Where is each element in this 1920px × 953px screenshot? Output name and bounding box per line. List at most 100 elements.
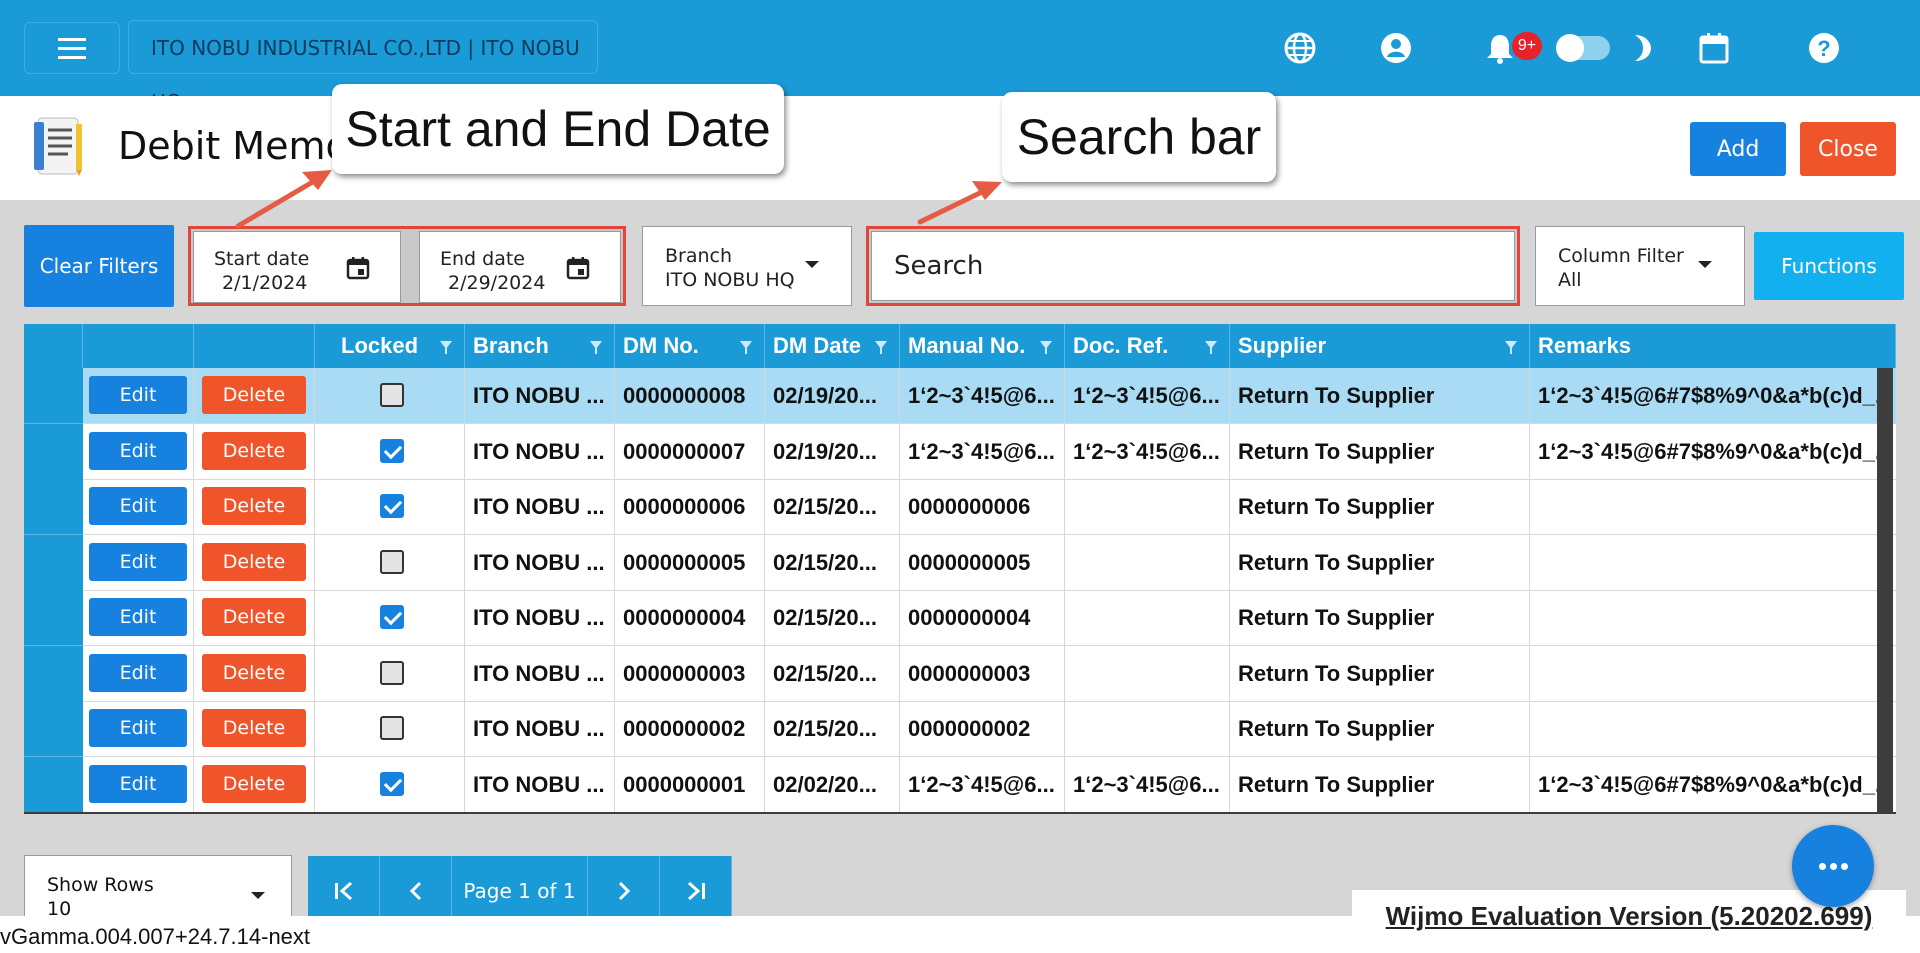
debit-memo-grid: Locked Branch DM No. DM Date Manual No. … (24, 324, 1896, 814)
cell-dm-date: 02/15/20... (765, 645, 900, 701)
row-selector[interactable] (24, 756, 83, 813)
delete-button[interactable]: Delete (202, 542, 306, 581)
cell-edit: Edit (83, 756, 194, 812)
cell-manual-no: 1‘2~3`4!5@6... (900, 756, 1065, 812)
add-button[interactable]: Add (1690, 122, 1786, 176)
menu-icon (58, 35, 86, 62)
delete-button[interactable]: Delete (202, 709, 306, 747)
edit-button[interactable]: Edit (89, 764, 187, 803)
locked-checkbox[interactable] (380, 660, 404, 685)
header-manual-no[interactable]: Manual No. (900, 324, 1065, 368)
header-branch[interactable]: Branch (465, 324, 615, 368)
filter-icon[interactable] (590, 341, 602, 354)
table-row[interactable]: Edit Delete ITO NOBU ... 0000000001 02/02/20… (83, 756, 1896, 813)
document-icon (32, 114, 90, 180)
cell-dm-date: 02/15/20... (765, 534, 900, 590)
row-selector[interactable] (24, 479, 83, 535)
edit-button[interactable]: Edit (89, 376, 187, 414)
edit-button[interactable]: Edit (89, 653, 187, 692)
close-button[interactable]: Close (1800, 122, 1896, 176)
locked-checkbox[interactable] (380, 383, 404, 407)
locked-checkbox[interactable] (380, 771, 404, 796)
filter-icon[interactable] (440, 341, 452, 354)
cell-delete: Delete (194, 756, 315, 812)
calendar-icon[interactable] (566, 256, 590, 285)
locked-checkbox[interactable] (380, 716, 404, 740)
header-dm-no[interactable]: DM No. (615, 324, 765, 368)
edit-button[interactable]: Edit (89, 709, 187, 747)
edit-button[interactable]: Edit (89, 598, 187, 636)
more-options-fab[interactable] (1792, 825, 1874, 907)
cell-locked (315, 590, 465, 645)
vertical-scrollbar[interactable] (1877, 368, 1893, 812)
cell-delete: Delete (194, 479, 315, 534)
help-icon[interactable]: ? (1806, 30, 1842, 66)
header-locked[interactable]: Locked (315, 324, 465, 368)
header-dm-date[interactable]: DM Date (765, 324, 900, 368)
header-doc-ref[interactable]: Doc. Ref. (1065, 324, 1230, 368)
table-row[interactable]: Edit Delete ITO NOBU ... 0000000004 02/15/20… (83, 590, 1896, 646)
row-selector[interactable] (24, 534, 83, 591)
branch-select[interactable]: Branch ITO NOBU HQ (642, 226, 852, 306)
row-selector[interactable] (24, 701, 83, 757)
table-row[interactable]: Edit Delete ITO NOBU ... 0000000003 02/15/20… (83, 645, 1896, 702)
filter-icon[interactable] (740, 341, 752, 354)
cell-doc-ref (1065, 534, 1230, 590)
locked-checkbox[interactable] (380, 494, 404, 518)
table-row[interactable]: Edit Delete ITO NOBU ... 0000000007 02/19/20… (83, 423, 1896, 480)
filter-icon[interactable] (875, 341, 887, 354)
calendar-icon[interactable] (1696, 30, 1732, 66)
delete-button[interactable]: Delete (202, 376, 306, 414)
delete-button[interactable]: Delete (202, 764, 306, 803)
edit-button[interactable]: Edit (89, 487, 187, 525)
cell-branch: ITO NOBU ... (465, 590, 615, 645)
first-page-icon (334, 881, 352, 901)
header-remarks[interactable]: Remarks (1530, 324, 1896, 368)
theme-toggle[interactable] (1556, 34, 1610, 62)
row-selector[interactable] (24, 368, 83, 424)
cell-dm-no: 0000000004 (615, 590, 765, 645)
toggle-knob (1556, 34, 1584, 62)
locked-checkbox[interactable] (380, 549, 404, 574)
account-icon[interactable] (1378, 30, 1414, 66)
cell-supplier: Return To Supplier (1230, 479, 1530, 534)
locked-checkbox[interactable] (380, 605, 404, 629)
filter-icon[interactable] (1040, 341, 1052, 354)
end-date-field[interactable]: End date 2/29/2024 (419, 231, 621, 303)
cell-dm-no: 0000000002 (615, 701, 765, 756)
header-supplier[interactable]: Supplier (1230, 324, 1530, 368)
cell-edit: Edit (83, 368, 194, 423)
delete-button[interactable]: Delete (202, 487, 306, 525)
row-selector[interactable] (24, 590, 83, 646)
table-row[interactable]: Edit Delete ITO NOBU ... 0000000005 02/15/20… (83, 534, 1896, 591)
menu-button[interactable] (24, 22, 120, 74)
filter-icon[interactable] (1505, 341, 1517, 354)
delete-button[interactable]: Delete (202, 653, 306, 692)
edit-button[interactable]: Edit (89, 542, 187, 581)
cell-dm-no: 0000000005 (615, 534, 765, 590)
start-date-field[interactable]: Start date 2/1/2024 (193, 231, 401, 303)
clear-filters-button[interactable]: Clear Filters (24, 225, 174, 307)
table-row[interactable]: Edit Delete ITO NOBU ... 0000000006 02/15/20… (83, 479, 1896, 535)
svg-text:?: ? (1817, 36, 1830, 61)
horizontal-scrollbar[interactable] (24, 812, 1896, 814)
calendar-icon[interactable] (346, 256, 370, 285)
delete-button[interactable]: Delete (202, 431, 306, 470)
company-selector[interactable]: ITO NOBU INDUSTRIAL CO.,LTD | ITO NOBU H… (128, 20, 598, 114)
delete-button[interactable]: Delete (202, 598, 306, 636)
locked-checkbox[interactable] (380, 438, 404, 463)
row-selector[interactable] (24, 645, 83, 702)
filter-icon[interactable] (1205, 341, 1217, 354)
column-filter-select[interactable]: Column Filter All (1535, 226, 1745, 306)
header-label: DM Date (773, 333, 862, 358)
globe-icon[interactable] (1282, 30, 1318, 66)
table-row[interactable]: Edit Delete ITO NOBU ... 0000000008 02/19/20… (83, 368, 1896, 424)
dot (1840, 862, 1848, 870)
end-date-label: End date (440, 248, 525, 270)
row-selector[interactable] (24, 423, 83, 480)
table-row[interactable]: Edit Delete ITO NOBU ... 0000000002 02/15/20… (83, 701, 1896, 757)
functions-button[interactable]: Functions (1754, 232, 1904, 300)
search-input[interactable] (871, 231, 1515, 301)
edit-button[interactable]: Edit (89, 431, 187, 470)
top-bar: ITO NOBU INDUSTRIAL CO.,LTD | ITO NOBU H… (0, 0, 1920, 114)
